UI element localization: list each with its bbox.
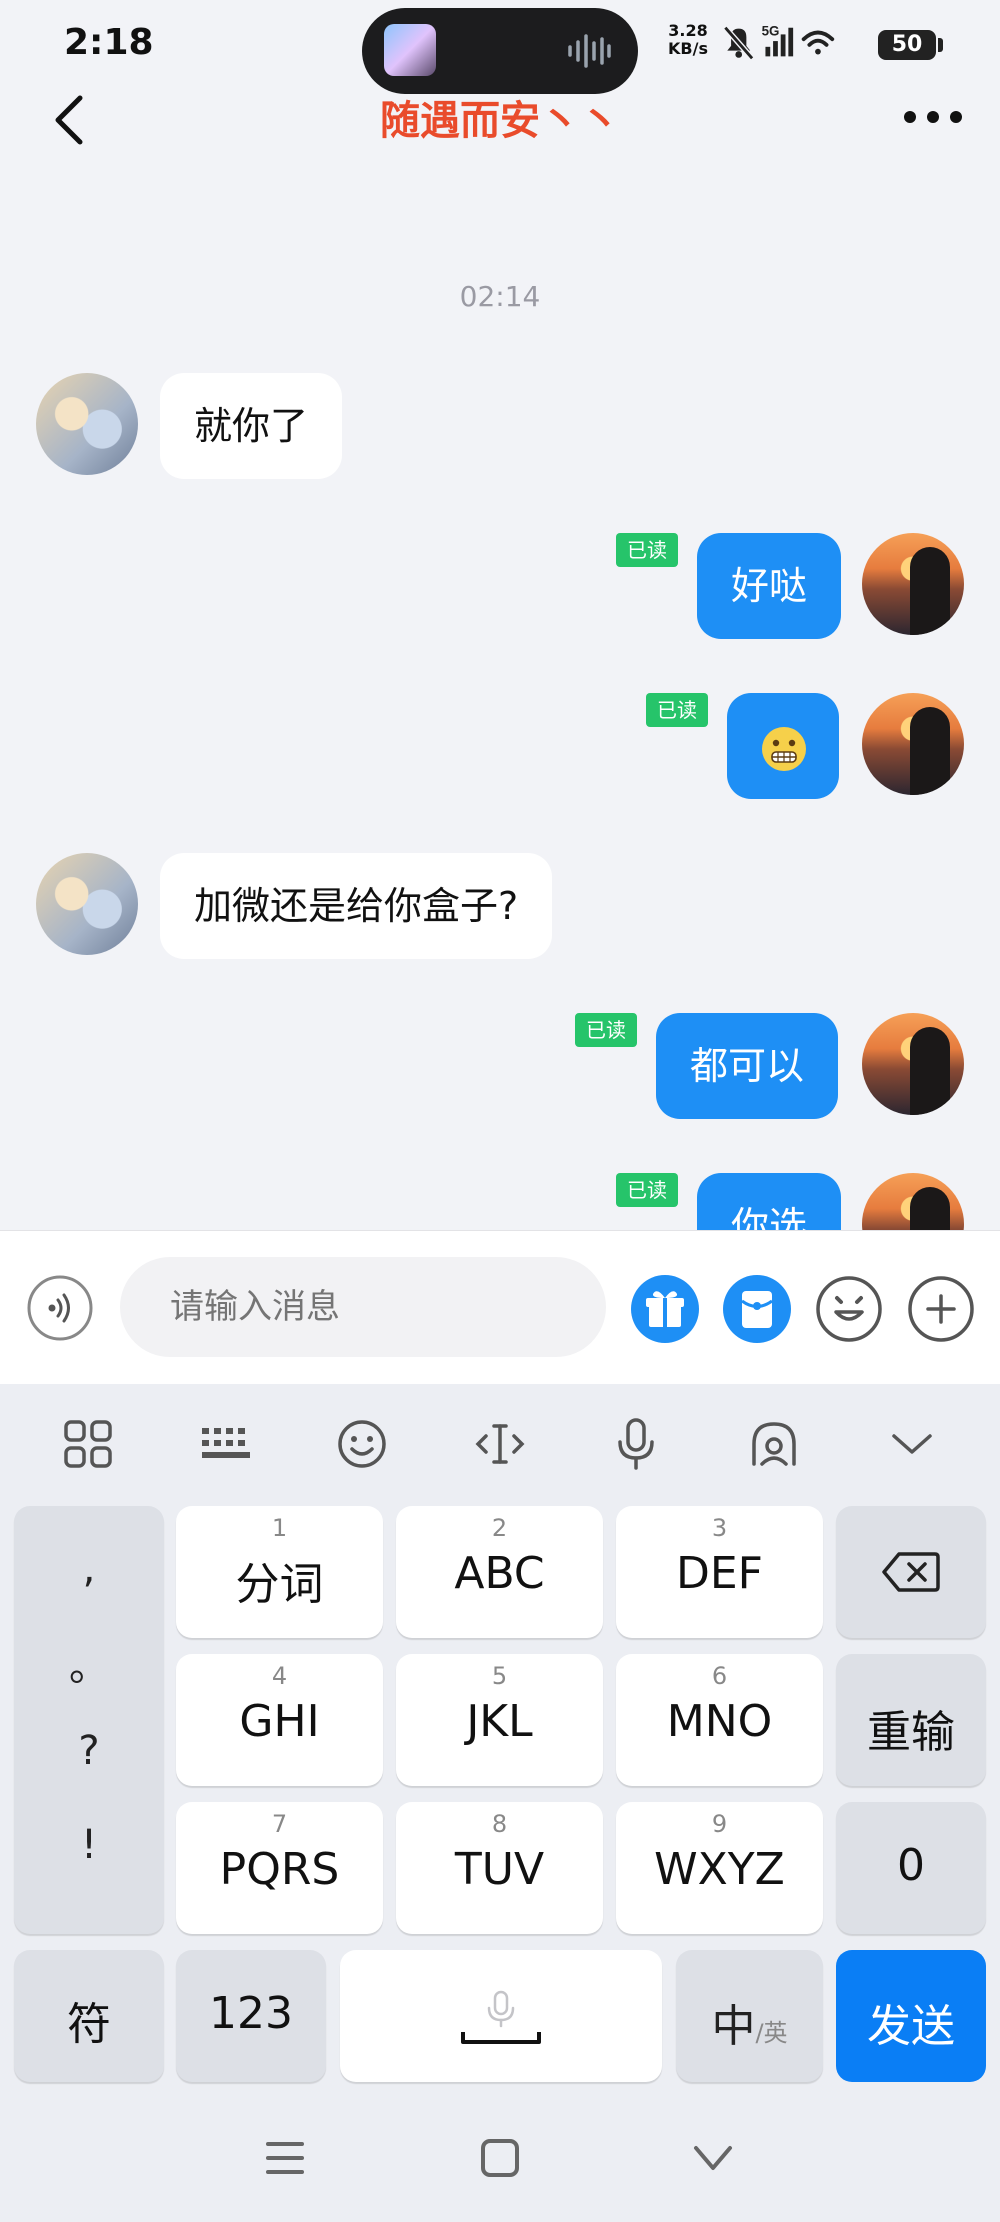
punct-exclaim[interactable]: ! <box>14 1822 164 1868</box>
battery-indicator: 50 <box>878 30 936 60</box>
home-nav-icon[interactable] <box>478 2136 522 2180</box>
key-3[interactable]: 3 DEF <box>616 1506 823 1638</box>
key-8[interactable]: 8 TUV <box>396 1802 603 1934</box>
more-options-icon[interactable] <box>900 100 966 134</box>
send-key[interactable]: 发送 <box>836 1950 986 2082</box>
key-4[interactable]: 4 GHI <box>176 1654 383 1786</box>
language-switch-key[interactable]: 中/英 <box>676 1950 823 2082</box>
my-avatar[interactable] <box>862 1173 964 1230</box>
network-type: 5G <box>762 23 780 38</box>
audio-wave-icon <box>568 34 611 68</box>
punct-period[interactable]: 。 <box>14 1634 164 1692</box>
my-avatar[interactable] <box>862 693 964 795</box>
red-packet-icon[interactable] <box>722 1274 792 1344</box>
outgoing-message[interactable]: 你选 <box>697 1173 842 1230</box>
symbols-key[interactable]: 符 <box>14 1950 164 2082</box>
space-key[interactable] <box>340 1950 662 2082</box>
emoji-icon[interactable] <box>814 1274 884 1344</box>
contact-avatar[interactable] <box>36 853 138 955</box>
assistant-icon[interactable] <box>744 1414 804 1474</box>
dynamic-island[interactable] <box>362 8 638 94</box>
my-avatar[interactable] <box>862 533 964 635</box>
speed-value: 3.28 <box>668 21 708 40</box>
key-2[interactable]: 2 ABC <box>396 1506 603 1638</box>
my-avatar[interactable] <box>862 1013 964 1115</box>
status-time: 2:18 <box>64 22 154 63</box>
outgoing-message[interactable]: 好哒 <box>697 533 842 639</box>
punct-comma[interactable]: , <box>14 1546 164 1592</box>
message-input-bar <box>0 1230 1000 1385</box>
key-6[interactable]: 6 MNO <box>616 1654 823 1786</box>
plus-icon[interactable] <box>906 1274 976 1344</box>
collapse-icon[interactable] <box>882 1414 942 1474</box>
retype-key[interactable]: 重输 <box>836 1654 986 1786</box>
read-badge: 已读 <box>646 693 708 727</box>
mute-bell-icon <box>723 25 755 61</box>
outgoing-message[interactable]: 都可以 <box>656 1013 839 1119</box>
read-badge: 已读 <box>616 1173 678 1207</box>
incoming-message[interactable]: 加微还是给你盒子? <box>160 853 553 959</box>
menu-nav-icon[interactable] <box>262 2138 308 2178</box>
punctuation-column[interactable]: , 。 ? ! <box>14 1506 164 1934</box>
system-nav-bar <box>0 2094 1000 2222</box>
cursor-icon[interactable] <box>470 1414 530 1474</box>
contact-avatar[interactable] <box>36 373 138 475</box>
read-badge: 已读 <box>575 1013 637 1047</box>
key-1[interactable]: 1 分词 <box>176 1506 383 1638</box>
grimacing-face-icon <box>762 726 806 771</box>
keyboard-icon[interactable] <box>196 1414 256 1474</box>
microphone-icon[interactable] <box>606 1414 666 1474</box>
incoming-message[interactable]: 就你了 <box>160 373 343 479</box>
message-list[interactable]: 02:14 就你了 已读 好哒 已读 加微还是给你盒子? 已读 都可以 已读 你… <box>0 140 1000 1230</box>
message-input[interactable] <box>120 1257 606 1357</box>
outgoing-emoji-message[interactable] <box>727 693 839 799</box>
space-mic-icon <box>461 1990 541 2044</box>
back-nav-icon[interactable] <box>690 2140 736 2176</box>
voice-icon[interactable] <box>26 1274 94 1342</box>
read-badge: 已读 <box>616 533 678 567</box>
lang-sub: /英 <box>755 2019 788 2047</box>
key-7[interactable]: 7 PQRS <box>176 1802 383 1934</box>
lang-main: 中 <box>711 2001 756 2052</box>
backspace-icon <box>882 1552 940 1592</box>
key-9[interactable]: 9 WXYZ <box>616 1802 823 1934</box>
backspace-key[interactable] <box>836 1506 986 1638</box>
smiley-icon[interactable] <box>332 1414 392 1474</box>
gift-icon[interactable] <box>630 1274 700 1344</box>
wifi-icon <box>801 30 835 55</box>
status-icons: 5G <box>723 23 835 61</box>
network-speed: 3.28 KB/s <box>668 22 708 58</box>
punct-question[interactable]: ? <box>14 1728 164 1774</box>
island-avatar-icon <box>384 24 436 76</box>
chat-title[interactable]: 随遇而安丶丶 <box>0 88 1000 146</box>
key-5[interactable]: 5 JKL <box>396 1654 603 1786</box>
numbers-key[interactable]: 123 <box>176 1950 326 2082</box>
message-timestamp: 02:14 <box>459 280 541 313</box>
grid-icon[interactable] <box>58 1414 118 1474</box>
zero-key[interactable]: 0 <box>836 1802 986 1934</box>
battery-tip <box>938 38 943 52</box>
speed-unit: KB/s <box>668 39 708 58</box>
